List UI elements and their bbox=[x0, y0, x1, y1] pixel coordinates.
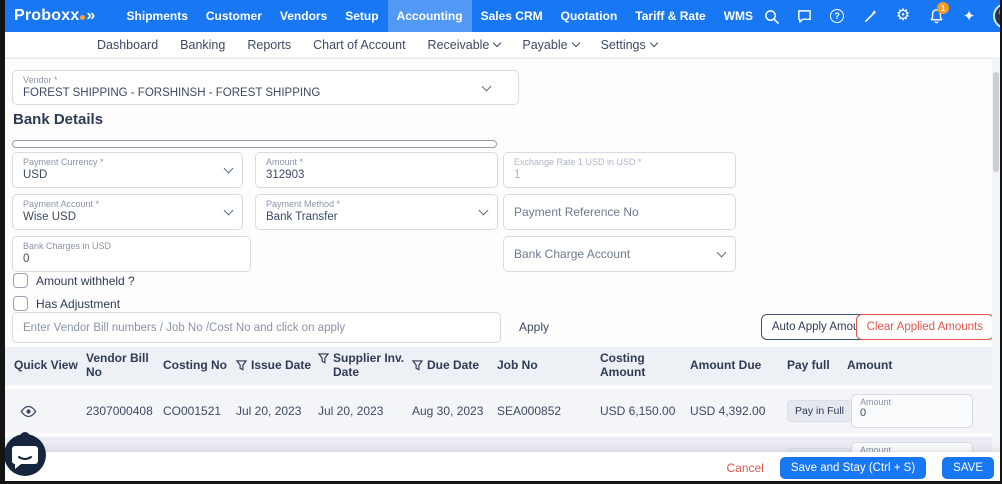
has-adjustment-label: Has Adjustment bbox=[36, 297, 120, 311]
col-quick-view: Quick View bbox=[14, 359, 86, 373]
vendor-value: FOREST SHIPPING - FORSHINSH - FOREST SHI… bbox=[23, 86, 508, 101]
subnav-payable[interactable]: Payable bbox=[522, 38, 578, 52]
chevron-down-icon bbox=[571, 39, 579, 47]
sparkle-icon[interactable]: ✦ bbox=[960, 7, 978, 25]
bank-charge-account-select[interactable]: Bank Charge Account bbox=[503, 236, 736, 272]
help-icon[interactable]: ? bbox=[828, 7, 846, 25]
payment-currency-select[interactable]: Payment Currency * USD bbox=[12, 152, 243, 188]
chevron-down-icon bbox=[650, 39, 658, 47]
amount-withheld-checkbox[interactable] bbox=[13, 273, 28, 288]
magic-wand-icon[interactable] bbox=[861, 7, 879, 25]
amount-due-cell: USD 4,392.00 bbox=[690, 404, 787, 418]
accounting-sub-navigation: Dashboard Banking Reports Chart of Accou… bbox=[0, 32, 1002, 58]
notification-badge: 1 bbox=[937, 2, 949, 14]
bank-charges-field[interactable]: Bank Charges in USD 0 bbox=[12, 236, 251, 272]
progress-pill-bar bbox=[12, 140, 497, 148]
subnav-settings[interactable]: Settings bbox=[601, 38, 657, 52]
col-pay-full: Pay full bbox=[787, 359, 847, 373]
nav-item-vendors[interactable]: Vendors bbox=[271, 0, 336, 32]
apply-link[interactable]: Apply bbox=[519, 320, 549, 334]
main-menu: Shipments Customer Vendors Setup Account… bbox=[118, 0, 763, 32]
top-navigation-bar: Proboxx » Shipments Customer Vendors Setu… bbox=[0, 0, 1002, 32]
app-logo[interactable]: Proboxx » bbox=[14, 7, 96, 25]
costing-no-cell: CO001521 bbox=[163, 404, 236, 418]
save-button[interactable]: SAVE bbox=[942, 457, 994, 479]
save-and-stay-button[interactable]: Save and Stay (Ctrl + S) bbox=[780, 457, 926, 479]
subnav-chart-of-account[interactable]: Chart of Account bbox=[313, 38, 405, 52]
col-issue-date: Issue Date bbox=[236, 359, 318, 373]
nav-item-customer[interactable]: Customer bbox=[197, 0, 271, 32]
due-date-cell: Aug 30, 2023 bbox=[412, 404, 497, 418]
bills-table-header: Quick View Vendor Bill No Costing No Iss… bbox=[0, 347, 1002, 385]
supplier-inv-date-cell: Jul 20, 2023 bbox=[318, 404, 412, 418]
subnav-receivable[interactable]: Receivable bbox=[428, 38, 501, 52]
notifications-bell-icon[interactable]: 1 bbox=[927, 7, 945, 25]
topbar-actions: ? ⚙ 1 ✦ Alex Dover bbox=[762, 3, 1002, 29]
filter-icon[interactable] bbox=[412, 360, 423, 371]
nav-item-wms[interactable]: WMS bbox=[715, 0, 762, 32]
vendor-bill-search-input[interactable] bbox=[12, 312, 501, 343]
nav-item-setup[interactable]: Setup bbox=[336, 0, 387, 32]
col-job-no: Job No bbox=[497, 359, 600, 373]
payment-reference-input[interactable]: Payment Reference No bbox=[503, 194, 736, 230]
col-amount: Amount bbox=[847, 359, 1002, 373]
payment-account-select[interactable]: Payment Account * Wise USD bbox=[12, 194, 243, 230]
has-adjustment-checkbox-row: Has Adjustment bbox=[13, 296, 120, 311]
logo-text: Proboxx bbox=[14, 7, 79, 25]
pay-in-full-button[interactable]: Pay in Full bbox=[787, 400, 852, 422]
filter-icon[interactable] bbox=[236, 360, 247, 371]
chevron-down-icon bbox=[493, 39, 501, 47]
logo-chevrons: » bbox=[86, 7, 95, 25]
col-costing-amount: Costing Amount bbox=[600, 352, 690, 380]
window-edge bbox=[0, 0, 5, 484]
row-amount-input[interactable]: Amount 0 bbox=[851, 394, 973, 428]
subnav-dashboard[interactable]: Dashboard bbox=[97, 38, 158, 52]
vendor-label: Vendor * bbox=[23, 75, 508, 86]
cancel-button[interactable]: Cancel bbox=[726, 461, 763, 475]
exchange-rate-field: Exchange Rate 1 USD in USD * 1 bbox=[503, 152, 736, 188]
costing-amount-cell: USD 6,150.00 bbox=[600, 404, 690, 418]
scrollbar-thumb[interactable] bbox=[993, 72, 999, 172]
payment-form-content: Vendor * FOREST SHIPPING - FORSHINSH - F… bbox=[0, 58, 1002, 484]
vertical-scrollbar[interactable] bbox=[992, 58, 1000, 481]
amount-withheld-checkbox-row: Amount withheld ? bbox=[13, 273, 135, 288]
col-supplier-inv-date: Supplier Inv. Date bbox=[318, 352, 412, 380]
clear-applied-amounts-button[interactable]: Clear Applied Amounts bbox=[856, 314, 994, 340]
chevron-down-icon bbox=[717, 248, 727, 258]
nav-item-sales-crm[interactable]: Sales CRM bbox=[472, 0, 552, 32]
nav-item-accounting[interactable]: Accounting bbox=[388, 0, 472, 32]
gear-icon[interactable]: ⚙ bbox=[894, 7, 912, 25]
app-window: Proboxx » Shipments Customer Vendors Setu… bbox=[0, 0, 1002, 484]
col-amount-due: Amount Due bbox=[690, 359, 787, 373]
job-no-cell: SEA000852 bbox=[497, 404, 600, 418]
nav-item-tariff-rate[interactable]: Tariff & Rate bbox=[626, 0, 714, 32]
has-adjustment-checkbox[interactable] bbox=[13, 296, 28, 311]
chat-icon[interactable] bbox=[795, 7, 813, 25]
subnav-reports[interactable]: Reports bbox=[247, 38, 291, 52]
col-due-date: Due Date bbox=[412, 359, 497, 373]
nav-item-quotation[interactable]: Quotation bbox=[552, 0, 627, 32]
vendor-select[interactable]: Vendor * FOREST SHIPPING - FORSHINSH - F… bbox=[12, 70, 519, 105]
amount-withheld-label: Amount withheld ? bbox=[36, 274, 135, 288]
col-costing-no: Costing No bbox=[163, 359, 236, 373]
logo-dot-icon bbox=[80, 15, 85, 20]
vendor-bill-no-cell: 2307000408 bbox=[86, 404, 163, 418]
bank-details-heading: Bank Details bbox=[13, 111, 103, 128]
issue-date-cell: Jul 20, 2023 bbox=[236, 404, 318, 418]
amount-field[interactable]: Amount * 312903 bbox=[255, 152, 498, 188]
search-icon[interactable] bbox=[762, 7, 780, 25]
filter-icon[interactable] bbox=[318, 353, 329, 364]
payment-method-select[interactable]: Payment Method * Bank Transfer bbox=[255, 194, 498, 230]
quick-view-eye-icon[interactable] bbox=[14, 405, 86, 418]
form-action-footer: Cancel Save and Stay (Ctrl + S) SAVE bbox=[0, 452, 1002, 484]
nav-item-shipments[interactable]: Shipments bbox=[118, 0, 197, 32]
table-row: 2307000408 CO001521 Jul 20, 2023 Jul 20,… bbox=[0, 389, 1002, 433]
subnav-banking[interactable]: Banking bbox=[180, 38, 225, 52]
col-vendor-bill-no: Vendor Bill No bbox=[86, 352, 163, 380]
chatbot-launcher[interactable] bbox=[2, 429, 48, 482]
